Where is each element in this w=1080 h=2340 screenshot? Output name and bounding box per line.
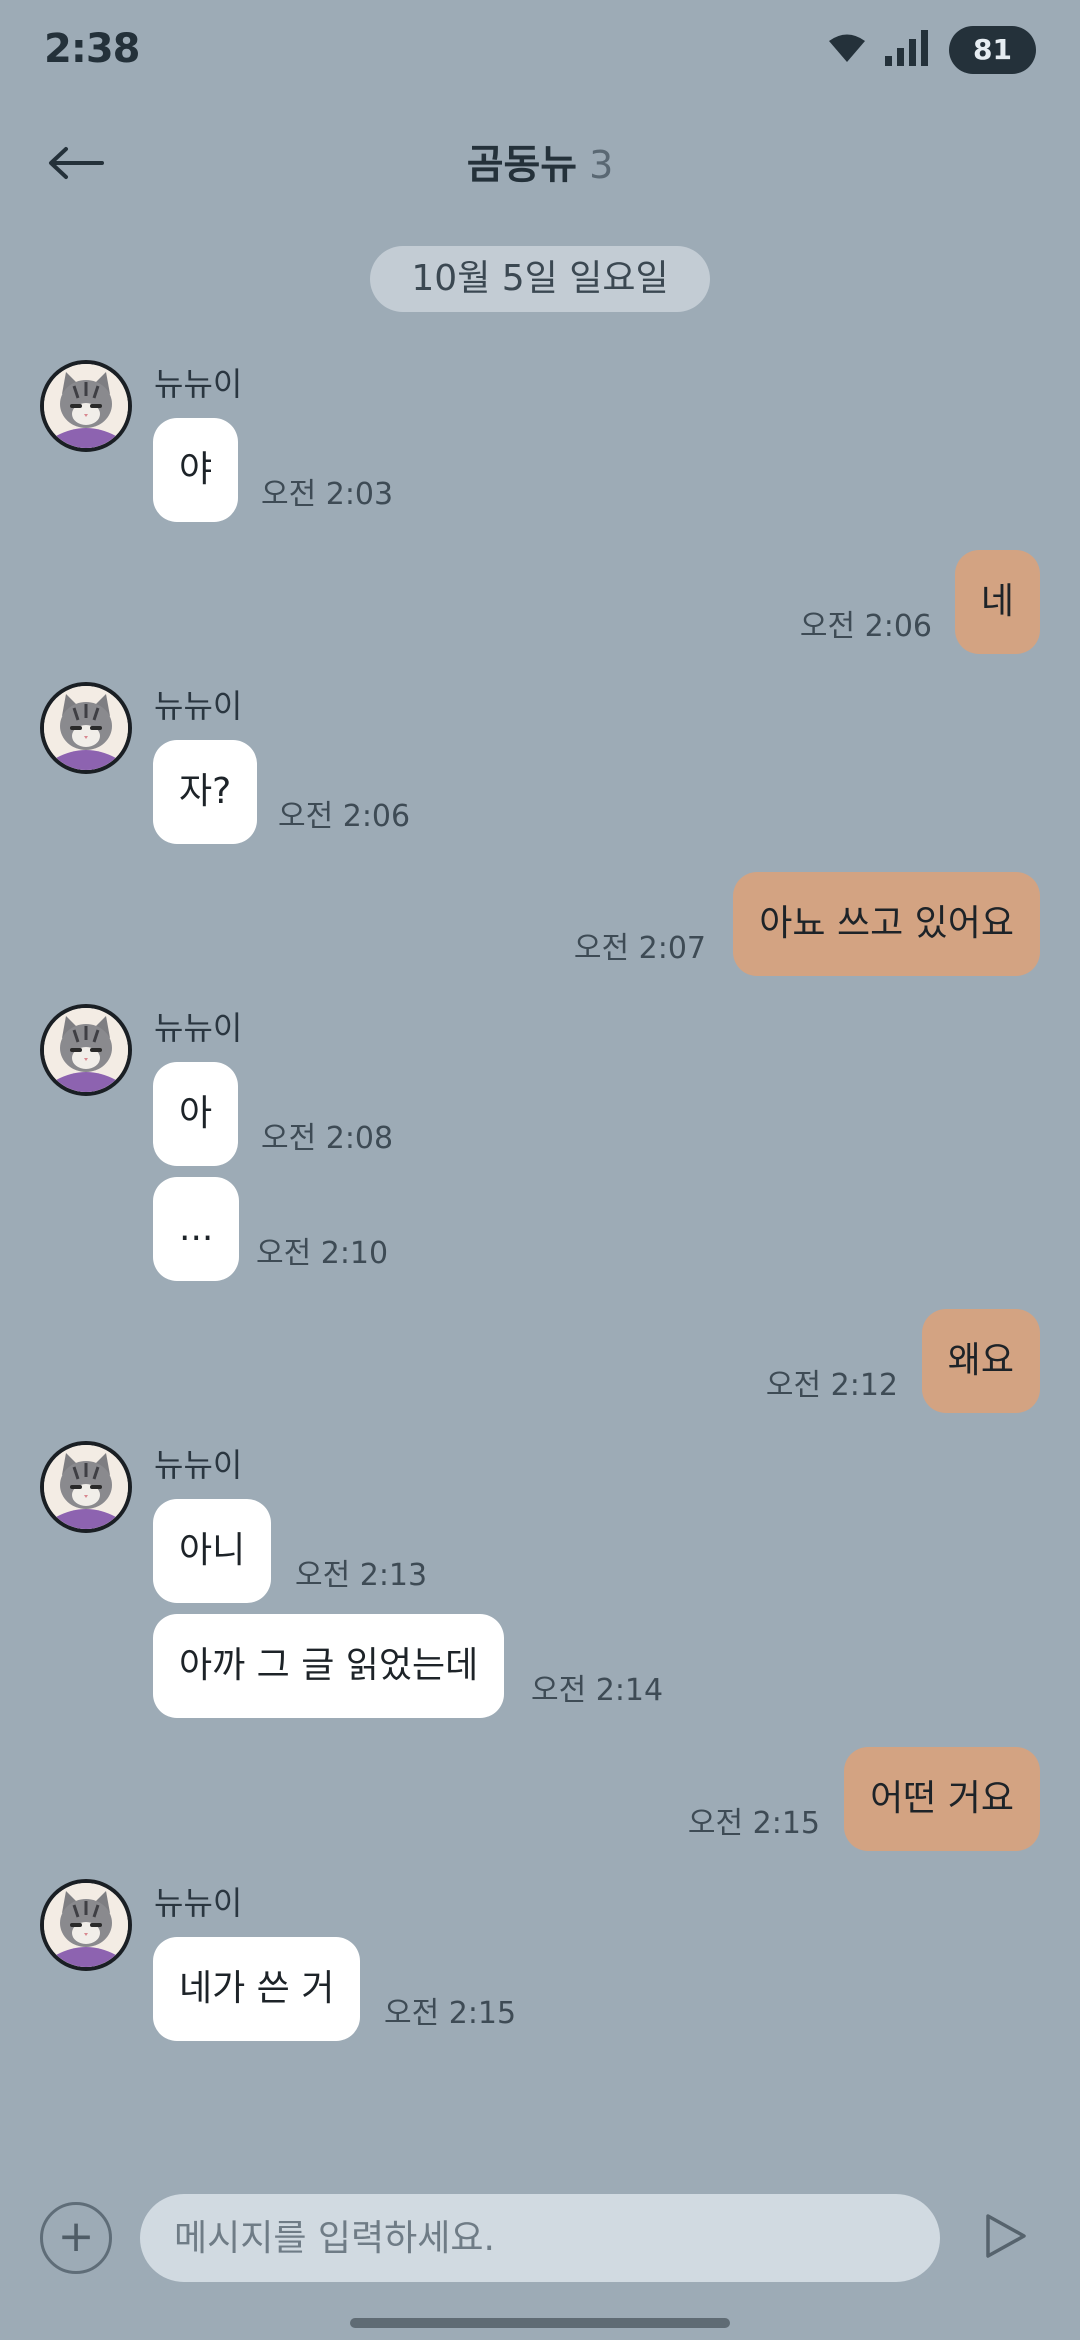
sender-name: 뉴뉴이 — [154, 365, 243, 403]
status-time: 2:38 — [44, 26, 140, 72]
message-bubble-incoming[interactable]: 아니 — [153, 1499, 272, 1603]
status-bar: 2:38 81 — [0, 0, 1080, 100]
sender-name: 뉴뉴이 — [154, 1446, 243, 1484]
message-bubble-incoming[interactable]: ... — [153, 1177, 240, 1281]
message-time: 오전 2:14 — [531, 1673, 664, 1708]
cat-avatar-icon — [44, 686, 128, 770]
message-time: 오전 2:15 — [384, 1996, 517, 2031]
chat-room-name: 곰동뉴 — [466, 142, 578, 188]
attach-plus-button[interactable]: + — [40, 2202, 112, 2274]
signal-icon — [885, 30, 931, 70]
message-bubble-outgoing[interactable]: 아뇨 쓰고 있어요 — [733, 872, 1040, 976]
message-bubble-outgoing[interactable]: 어떤 거요 — [844, 1747, 1040, 1851]
message-time: 오전 2:03 — [261, 477, 394, 512]
message-input[interactable] — [140, 2194, 940, 2282]
message-bubble-outgoing[interactable]: 왜요 — [921, 1309, 1040, 1413]
avatar[interactable] — [40, 1879, 132, 1971]
status-icons: 81 — [827, 26, 1036, 74]
send-icon — [984, 2212, 1028, 2264]
message-bubble-incoming[interactable]: 아까 그 글 읽었는데 — [153, 1614, 505, 1718]
cat-avatar-icon — [44, 364, 128, 448]
sender-name: 뉴뉴이 — [154, 1884, 243, 1922]
avatar[interactable] — [40, 682, 132, 774]
message-time: 오전 2:06 — [799, 609, 932, 644]
message-bubble-incoming[interactable]: 야 — [153, 418, 239, 522]
sender-name: 뉴뉴이 — [154, 1009, 243, 1047]
home-indicator[interactable] — [350, 2318, 730, 2328]
date-divider: 10월 5일 일요일 — [370, 246, 710, 312]
cat-avatar-icon — [44, 1883, 128, 1967]
message-time: 오전 2:12 — [765, 1368, 898, 1403]
message-time: 오전 2:10 — [256, 1236, 389, 1271]
message-time: 오전 2:08 — [261, 1121, 394, 1156]
message-time: 오전 2:15 — [687, 1806, 820, 1841]
message-bubble-incoming[interactable]: 아 — [153, 1062, 239, 1166]
message-bubble-outgoing[interactable]: 네 — [954, 550, 1040, 654]
sender-name: 뉴뉴이 — [154, 687, 243, 725]
message-time: 오전 2:13 — [295, 1558, 428, 1593]
message-time: 오전 2:06 — [278, 799, 411, 834]
message-bubble-incoming[interactable]: 네가 쓴 거 — [153, 1937, 361, 2041]
message-bubble-incoming[interactable]: 자? — [153, 740, 258, 844]
avatar[interactable] — [40, 1004, 132, 1096]
battery-indicator: 81 — [949, 26, 1036, 74]
wifi-icon — [827, 32, 867, 68]
avatar[interactable] — [40, 360, 132, 452]
message-time: 오전 2:07 — [573, 931, 706, 966]
cat-avatar-icon — [44, 1445, 128, 1529]
send-button[interactable] — [978, 2210, 1034, 2266]
cat-avatar-icon — [44, 1008, 128, 1092]
message-composer: + — [0, 2194, 1080, 2282]
chat-title: 곰동뉴 3 — [0, 140, 1080, 190]
member-count: 3 — [589, 143, 614, 187]
avatar[interactable] — [40, 1441, 132, 1533]
